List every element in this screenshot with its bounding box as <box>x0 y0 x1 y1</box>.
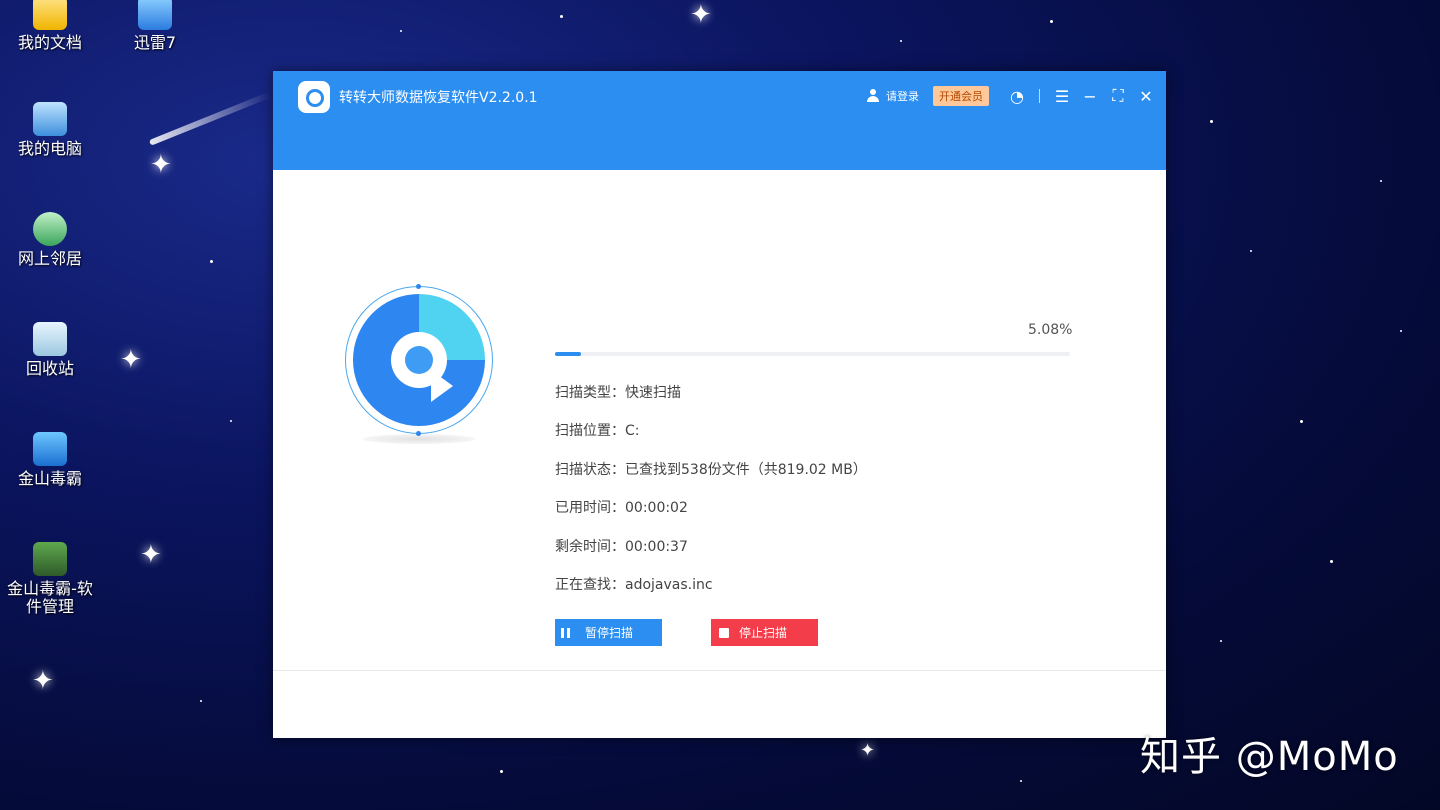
star <box>560 15 563 18</box>
desktop-icon-label: 我的文档 <box>17 33 82 52</box>
computer-icon <box>33 102 67 136</box>
scan-status: 扫描状态：已查找到538份文件（共819.02 MB） <box>555 461 867 478</box>
star <box>1400 330 1402 332</box>
star <box>210 260 213 263</box>
footer-divider <box>273 670 1166 671</box>
progress-bar <box>555 352 1070 356</box>
arrow-icon <box>431 370 453 402</box>
desktop-icon-xunlei[interactable]: 迅雷7 <box>110 0 200 52</box>
desktop-icon-label: 网上邻居 <box>17 249 82 268</box>
star <box>1050 20 1053 23</box>
scan-animation-icon <box>345 284 493 444</box>
sparkle-icon: ✦ <box>690 0 712 30</box>
stop-scan-label: 停止扫描 <box>739 626 788 640</box>
desktop-icon-jinshan-software[interactable]: 金山毒霸-软件管理 <box>5 542 95 616</box>
scan-panel: 5.08% 扫描类型：快速扫描 扫描位置：C: 扫描状态：已查找到538份文件（… <box>273 170 1166 671</box>
scan-info: 扫描类型：快速扫描 扫描位置：C: 扫描状态：已查找到538份文件（共819.0… <box>555 384 867 614</box>
star <box>900 40 902 42</box>
desktop-icon-label: 金山毒霸 <box>17 469 82 488</box>
desktop-icon-label: 迅雷7 <box>133 33 177 52</box>
star <box>500 770 503 773</box>
progress-bar-fill <box>555 352 582 356</box>
app-window: 转转大师数据恢复软件V2.2.0.1 请登录 开通会员 ◔ ☰ − ⛶ ✕ 5.… <box>273 71 1166 738</box>
sparkle-icon: ✦ <box>32 666 54 696</box>
star <box>1300 420 1303 423</box>
ring-dot <box>416 284 421 289</box>
desktop-icon-network[interactable]: 网上邻居 <box>5 212 95 268</box>
jinshan-software-icon <box>33 542 67 576</box>
jinshan-shortcut-icon <box>33 432 67 466</box>
maximize-icon[interactable]: ⛶ <box>1104 86 1132 106</box>
graphic-shadow <box>363 434 475 444</box>
pause-icon <box>561 627 571 638</box>
star <box>1250 250 1252 252</box>
app-title: 转转大师数据恢复软件V2.2.0.1 <box>339 90 538 106</box>
user-icon <box>866 89 880 103</box>
current-file: 正在查找：adojavas.inc <box>555 576 713 593</box>
stop-scan-button[interactable]: 停止扫描 <box>711 619 818 646</box>
sparkle-icon: ✦ <box>150 150 172 180</box>
star <box>400 30 402 32</box>
minimize-icon[interactable]: − <box>1076 87 1104 106</box>
desktop-icon-jinshan[interactable]: 金山毒霸 <box>5 432 95 488</box>
progress-percent: 5.08% <box>1028 322 1073 338</box>
stop-icon <box>719 627 729 638</box>
title-bar: 转转大师数据恢复软件V2.2.0.1 请登录 开通会员 ◔ ☰ − ⛶ ✕ <box>273 71 1166 170</box>
desktop-icon-label: 回收站 <box>25 359 74 378</box>
menu-icon[interactable]: ☰ <box>1048 87 1076 106</box>
divider <box>1039 89 1040 103</box>
sparkle-icon: ✦ <box>140 540 162 570</box>
recycle-bin-icon <box>33 322 67 356</box>
remaining-time: 剩余时间：00:00:37 <box>555 538 688 555</box>
desktop-icon-recycle-bin[interactable]: 回收站 <box>5 322 95 378</box>
scan-type: 扫描类型：快速扫描 <box>555 385 681 401</box>
star <box>1020 780 1022 782</box>
network-icon <box>33 212 67 246</box>
desktop-icon-my-computer[interactable]: 我的电脑 <box>5 102 95 158</box>
login-link[interactable]: 请登录 <box>886 88 919 104</box>
sparkle-icon: ✦ <box>120 345 142 375</box>
comet-decoration <box>148 91 272 146</box>
support-icon[interactable]: ◔ <box>1003 87 1031 106</box>
star <box>200 700 202 702</box>
desktop-icon-my-documents[interactable]: 我的文档 <box>5 0 95 52</box>
pause-scan-label: 暂停扫描 <box>585 626 634 640</box>
app-logo-icon <box>298 81 330 113</box>
sparkle-icon: ✦ <box>860 740 876 761</box>
star <box>230 420 232 422</box>
xunlei-icon <box>138 0 172 30</box>
star <box>1220 640 1222 642</box>
star <box>1210 120 1213 123</box>
watermark: 知乎 @MoMo <box>1140 734 1399 780</box>
desktop-icon-label: 我的电脑 <box>17 139 82 158</box>
desktop-icon-label: 金山毒霸-软件管理 <box>7 579 93 616</box>
pause-scan-button[interactable]: 暂停扫描 <box>555 619 662 646</box>
folder-icon <box>33 0 67 30</box>
star <box>1380 180 1382 182</box>
title-bar-controls: 请登录 开通会员 ◔ ☰ − ⛶ ✕ <box>866 71 1166 121</box>
scan-location: 扫描位置：C: <box>555 423 640 440</box>
close-icon[interactable]: ✕ <box>1132 87 1160 106</box>
scan-disc <box>353 294 485 426</box>
star <box>1330 560 1333 563</box>
elapsed-time: 已用时间：00:00:02 <box>555 500 688 517</box>
vip-button[interactable]: 开通会员 <box>933 86 989 106</box>
